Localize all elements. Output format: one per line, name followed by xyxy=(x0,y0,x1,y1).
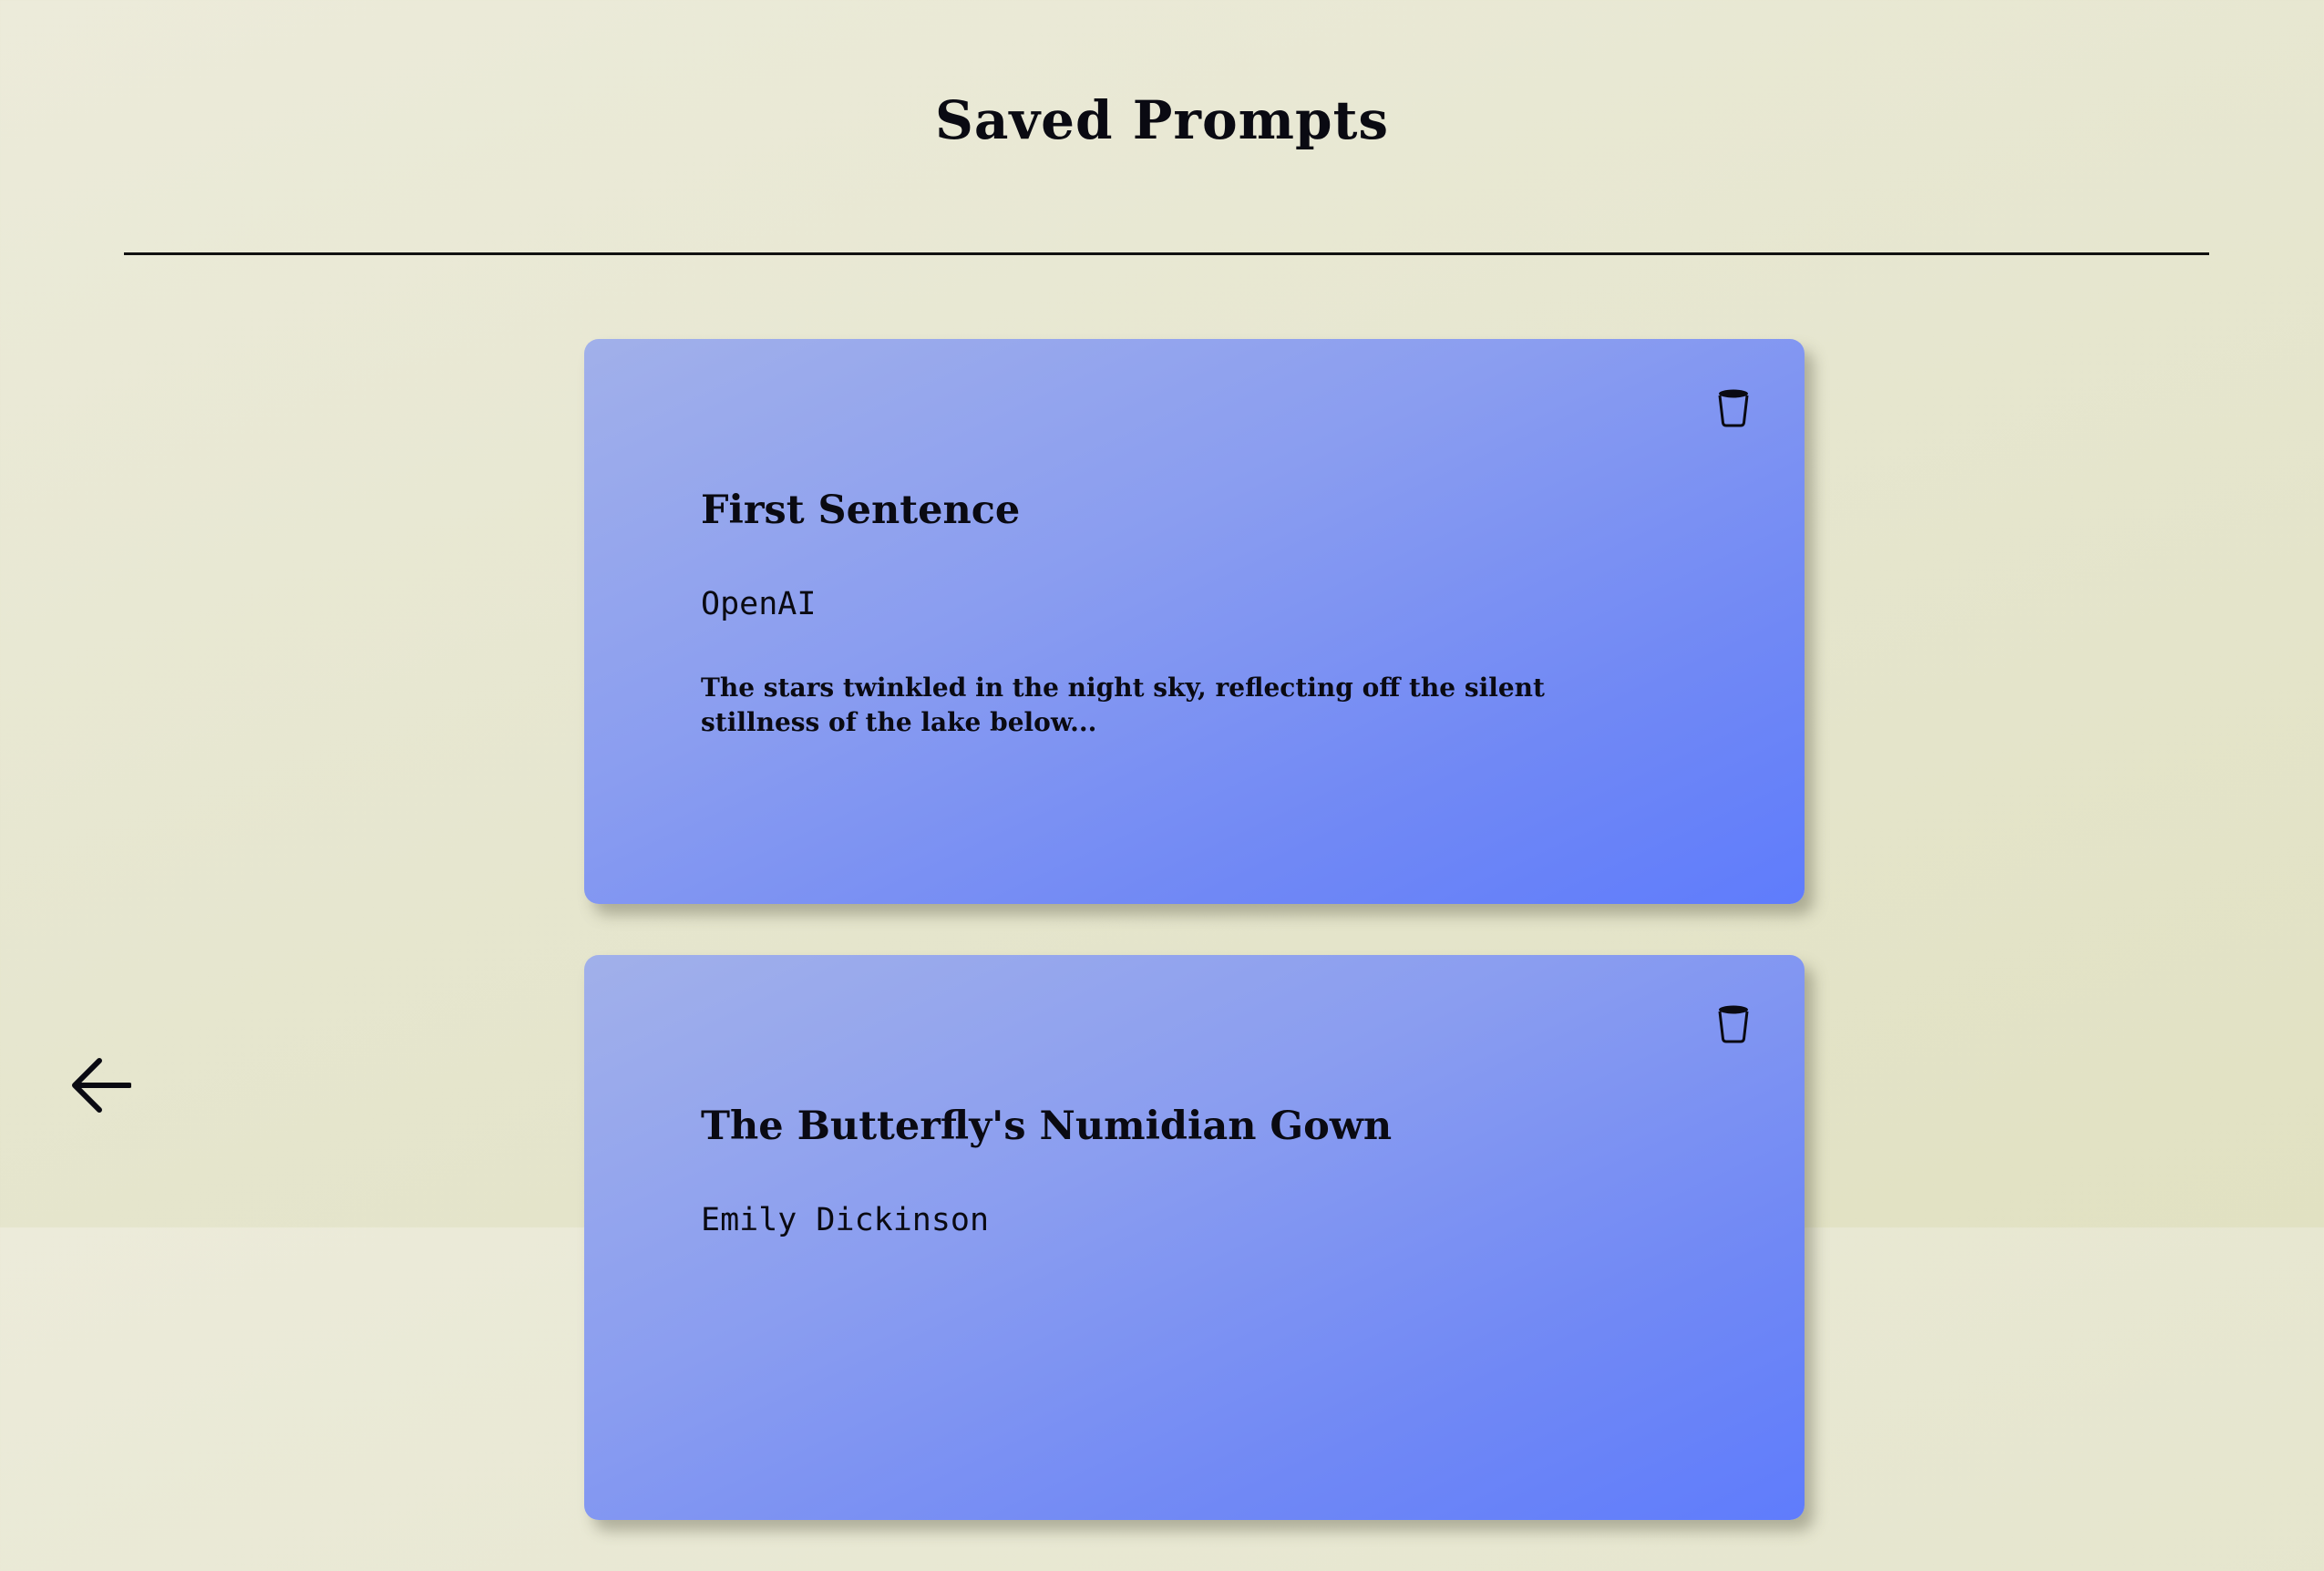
page-title: Saved Prompts xyxy=(934,89,1390,151)
prompt-card[interactable]: The Butterfly's Numidian Gown Emily Dick… xyxy=(584,955,1805,1520)
saved-prompts-list: First Sentence OpenAI The stars twinkled… xyxy=(584,339,1805,1571)
prompt-author: OpenAI xyxy=(701,586,817,622)
prompt-title: First Sentence xyxy=(701,488,1021,533)
trash-icon[interactable] xyxy=(1717,1003,1750,1043)
prompt-card[interactable]: First Sentence OpenAI The stars twinkled… xyxy=(584,339,1805,904)
title-divider xyxy=(124,252,2209,255)
prompt-title: The Butterfly's Numidian Gown xyxy=(701,1104,1393,1149)
prompt-text: The stars twinkled in the night sky, ref… xyxy=(701,673,1545,737)
prompt-author: Emily Dickinson xyxy=(701,1202,990,1238)
arrow-left-icon[interactable] xyxy=(71,1057,131,1114)
trash-icon[interactable] xyxy=(1717,387,1750,427)
